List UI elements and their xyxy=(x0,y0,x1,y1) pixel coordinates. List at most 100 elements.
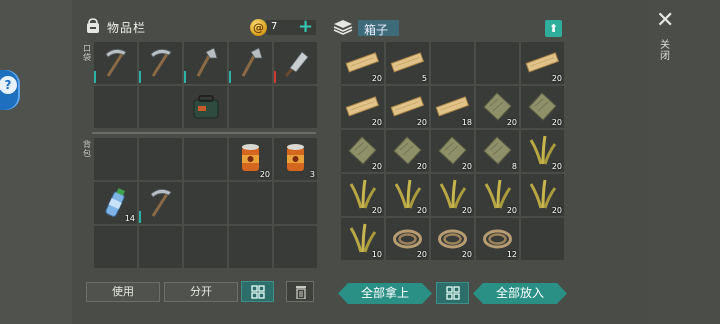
backpack-slot[interactable] xyxy=(274,226,317,268)
item-count: 14 xyxy=(124,214,135,223)
durability-bar xyxy=(139,71,141,83)
box-slot[interactable] xyxy=(476,42,519,84)
backpack-icon xyxy=(87,18,99,33)
box-slot[interactable]: 20 xyxy=(386,86,429,128)
item-count: 3 xyxy=(309,170,315,179)
pocket-slot[interactable] xyxy=(229,86,272,128)
pocket-label: 口袋 xyxy=(83,44,91,62)
pocket-slot[interactable] xyxy=(184,86,227,128)
pocket-slot[interactable] xyxy=(184,42,227,84)
use-button[interactable]: 使用 xyxy=(86,282,160,302)
backpack-slot[interactable] xyxy=(94,138,137,180)
backpack-slot[interactable]: 14 xyxy=(94,182,137,224)
item-count: 20 xyxy=(259,170,270,179)
item-count: 20 xyxy=(416,162,427,171)
box-slot[interactable]: 20 xyxy=(341,42,384,84)
item-count: 20 xyxy=(371,74,382,83)
item-count: 20 xyxy=(461,250,472,259)
item-count: 20 xyxy=(416,206,427,215)
item-count: 8 xyxy=(511,162,517,171)
box-slot[interactable]: 8 xyxy=(476,130,519,172)
item-count: 20 xyxy=(371,162,382,171)
box-slot[interactable]: 10 xyxy=(341,218,384,260)
durability-bar xyxy=(184,71,186,83)
pocket-slot[interactable] xyxy=(274,42,317,84)
box-slot[interactable]: 20 xyxy=(431,218,474,260)
item-count: 20 xyxy=(551,206,562,215)
backpack-slot[interactable]: 3 xyxy=(274,138,317,180)
box-slot[interactable] xyxy=(521,218,564,260)
coin-count: 7 xyxy=(271,21,278,32)
coin-icon: @ xyxy=(250,19,267,36)
assistant-icon: ? xyxy=(0,76,17,94)
box-slot[interactable]: 18 xyxy=(431,86,474,128)
item-count: 20 xyxy=(371,118,382,127)
box-slot[interactable]: 20 xyxy=(431,174,474,216)
item-count: 20 xyxy=(371,206,382,215)
pocket-slot[interactable] xyxy=(94,86,137,128)
box-title: 箱子 xyxy=(364,23,389,37)
item-count: 18 xyxy=(461,118,472,127)
put-all-button[interactable]: 全部放入 xyxy=(473,283,567,304)
backpack-label: 背包 xyxy=(83,140,91,158)
backpack-slot[interactable] xyxy=(184,138,227,180)
discard-button[interactable] xyxy=(286,281,314,302)
backpack-slot[interactable] xyxy=(139,226,182,268)
item-count: 20 xyxy=(461,162,472,171)
backpack-slot[interactable] xyxy=(184,226,227,268)
box-slot[interactable]: 20 xyxy=(476,86,519,128)
item-count: 20 xyxy=(551,118,562,127)
box-slot[interactable]: 20 xyxy=(341,86,384,128)
box-slot[interactable]: 12 xyxy=(476,218,519,260)
backpack-slot[interactable] xyxy=(184,182,227,224)
pocket-slot[interactable] xyxy=(274,86,317,128)
item-count: 20 xyxy=(416,118,427,127)
box-slot[interactable]: 20 xyxy=(521,174,564,216)
backpack-slot[interactable] xyxy=(274,182,317,224)
pocket-slot[interactable] xyxy=(139,42,182,84)
left-background xyxy=(0,0,72,324)
backpack-slot[interactable] xyxy=(229,226,272,268)
durability-bar xyxy=(229,71,231,83)
durability-bar xyxy=(94,71,96,83)
durability-bar xyxy=(139,211,141,223)
durability-bar xyxy=(274,71,276,83)
grid-icon xyxy=(251,285,265,299)
close-icon[interactable]: ✕ xyxy=(656,10,674,32)
box-slot[interactable]: 20 xyxy=(521,42,564,84)
box-slot[interactable]: 20 xyxy=(386,130,429,172)
box-slot[interactable]: 20 xyxy=(341,130,384,172)
backpack-slot[interactable] xyxy=(139,138,182,180)
sort-inventory-button[interactable] xyxy=(241,281,274,302)
close-label: 关闭 xyxy=(660,40,670,62)
backpack-slot[interactable] xyxy=(229,182,272,224)
upload-arrow-button[interactable]: ⬆ xyxy=(545,20,562,37)
backpack-slot[interactable]: 20 xyxy=(229,138,272,180)
box-slot[interactable]: 5 xyxy=(386,42,429,84)
split-button[interactable]: 分开 xyxy=(164,282,238,302)
box-slot[interactable]: 20 xyxy=(476,174,519,216)
item-count: 20 xyxy=(506,118,517,127)
backpack-slot[interactable] xyxy=(94,226,137,268)
box-slot[interactable]: 20 xyxy=(386,174,429,216)
pocket-slot[interactable] xyxy=(229,42,272,84)
item-count: 20 xyxy=(416,250,427,259)
box-slot[interactable]: 20 xyxy=(386,218,429,260)
box-stack-icon xyxy=(333,20,353,35)
box-slot[interactable]: 20 xyxy=(521,130,564,172)
grid-icon xyxy=(446,286,460,300)
item-count: 5 xyxy=(421,74,427,83)
pocket-slot[interactable] xyxy=(139,86,182,128)
take-all-button[interactable]: 全部拿上 xyxy=(338,283,432,304)
box-slot[interactable]: 20 xyxy=(521,86,564,128)
pocket-slot[interactable] xyxy=(94,42,137,84)
box-slot[interactable]: 20 xyxy=(341,174,384,216)
box-slot[interactable]: 20 xyxy=(431,130,474,172)
trash-icon xyxy=(296,286,306,299)
floating-assistant-widget[interactable]: ? xyxy=(0,70,20,110)
box-slot[interactable] xyxy=(431,42,474,84)
sort-box-button[interactable] xyxy=(436,282,469,304)
add-coins-button[interactable]: + xyxy=(298,16,313,37)
item-count: 20 xyxy=(506,206,517,215)
backpack-slot[interactable] xyxy=(139,182,182,224)
